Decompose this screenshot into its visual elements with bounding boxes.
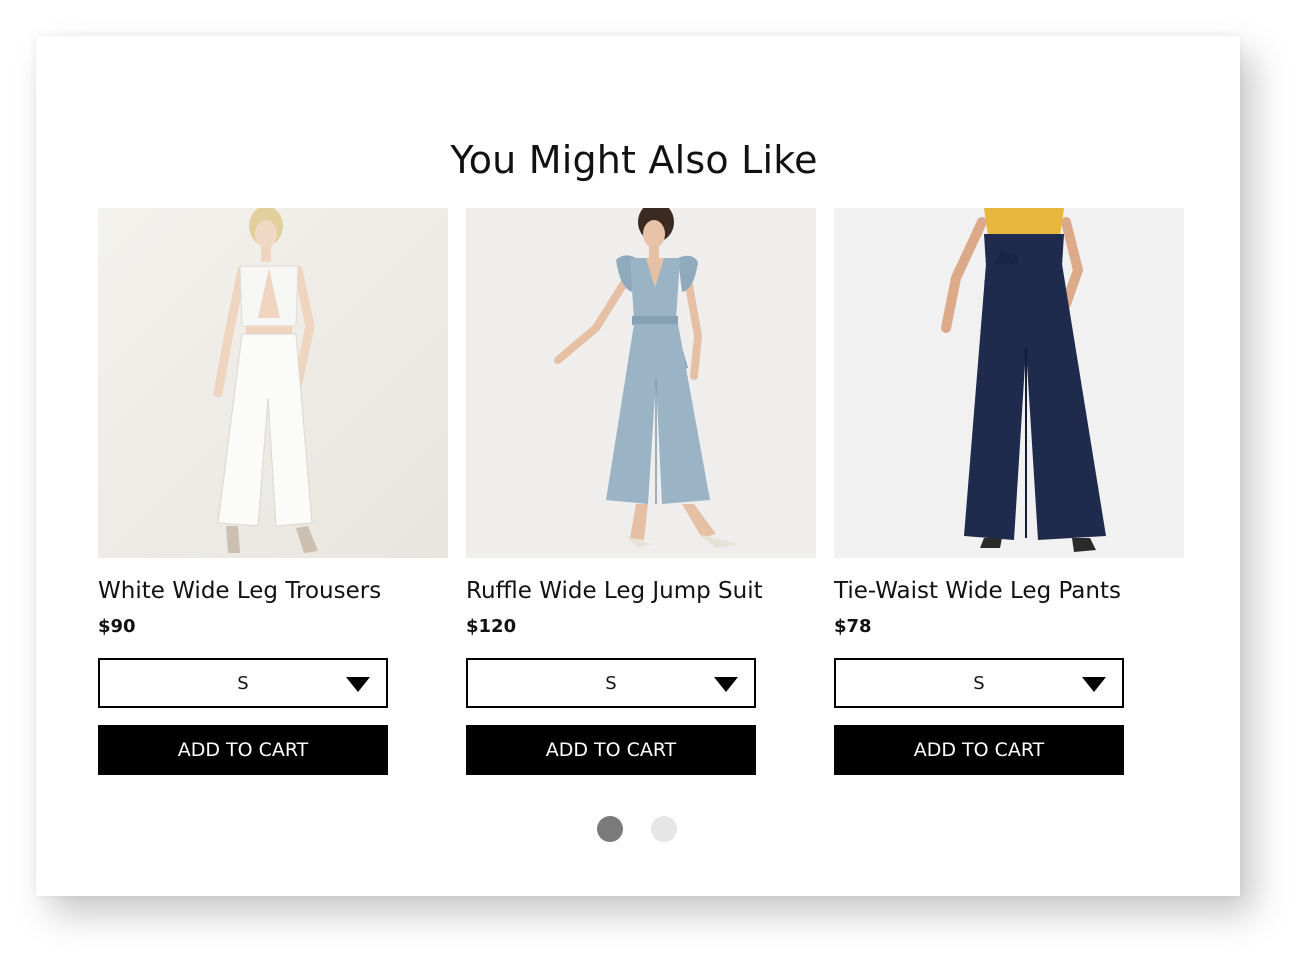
product-price: $120 [466,616,517,637]
size-select[interactable]: S [834,658,1124,708]
recommendations-panel: You Might Also Like White Wide Leg Trous… [36,36,1240,896]
caret-down-icon [714,677,738,692]
product-price: $90 [98,616,136,637]
add-to-cart-button[interactable]: ADD TO CART [98,725,388,775]
section-title: You Might Also Like [450,137,818,182]
add-to-cart-button[interactable]: ADD TO CART [834,725,1124,775]
carousel-dot-1[interactable] [597,816,623,842]
caret-down-icon [1082,677,1106,692]
product-name[interactable]: Ruffle Wide Leg Jump Suit [466,578,763,604]
size-value: S [605,673,617,694]
carousel-pagination [597,816,717,844]
product-name[interactable]: Tie-Waist Wide Leg Pants [834,578,1121,604]
size-value: S [973,673,985,694]
size-select[interactable]: S [466,658,756,708]
product-name[interactable]: White Wide Leg Trousers [98,578,381,604]
product-image[interactable] [834,208,1184,558]
product-image[interactable] [98,208,448,558]
caret-down-icon [346,677,370,692]
size-value: S [237,673,249,694]
size-select[interactable]: S [98,658,388,708]
carousel-dot-2[interactable] [651,816,677,842]
product-price: $78 [834,616,872,637]
add-to-cart-button[interactable]: ADD TO CART [466,725,756,775]
product-image[interactable] [466,208,816,558]
